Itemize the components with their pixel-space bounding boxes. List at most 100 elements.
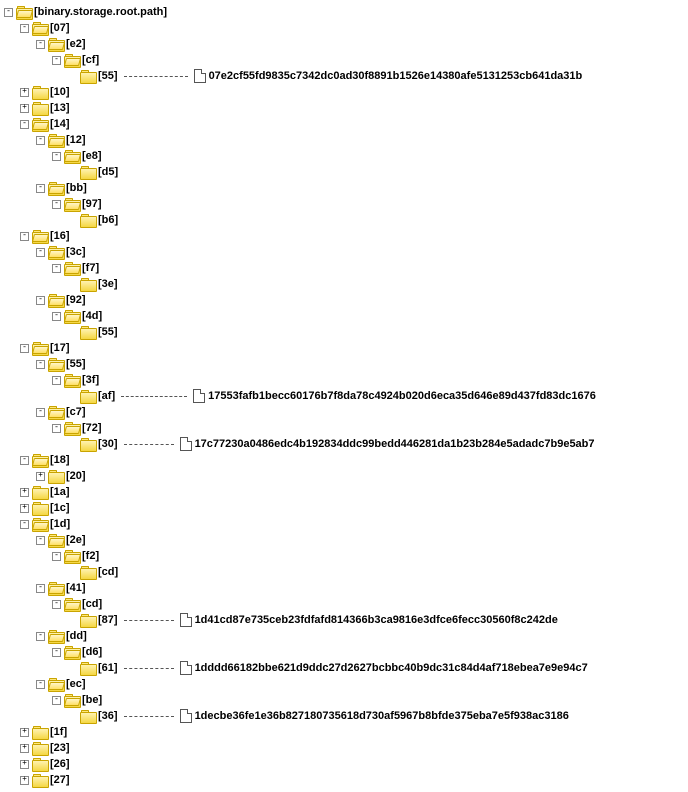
node-label[interactable]: [e2] — [66, 38, 86, 50]
node-label[interactable]: [dd] — [66, 630, 87, 642]
node-label[interactable]: [bb] — [66, 182, 87, 194]
tree-node[interactable]: [af]17553fafb1becc60176b7f8da78c4924b020… — [68, 388, 684, 404]
collapse-toggle[interactable]: - — [52, 56, 61, 65]
node-label[interactable]: [72] — [82, 422, 102, 434]
expand-toggle[interactable]: + — [20, 744, 29, 753]
collapse-toggle[interactable]: - — [20, 232, 29, 241]
tree-node[interactable]: + [20] — [36, 468, 684, 484]
expand-toggle[interactable]: + — [20, 760, 29, 769]
node-label[interactable]: [3c] — [66, 246, 86, 258]
expand-toggle[interactable]: + — [20, 504, 29, 513]
tree-node[interactable]: -[55] — [36, 356, 684, 372]
node-label[interactable]: [18] — [50, 454, 70, 466]
tree-root-node[interactable]: - [binary.storage.root.path] — [4, 4, 684, 20]
node-label[interactable]: [af] — [98, 390, 115, 402]
node-label[interactable]: [2e] — [66, 534, 86, 546]
tree-node[interactable]: - [ec] — [36, 676, 684, 692]
node-label[interactable]: [1f] — [50, 726, 67, 738]
tree-node[interactable]: [d5] — [68, 164, 684, 180]
node-label[interactable]: [20] — [66, 470, 86, 482]
node-label[interactable]: [4d] — [82, 310, 102, 322]
node-label[interactable]: [26] — [50, 758, 70, 770]
tree-node[interactable]: + [27] — [20, 772, 684, 788]
node-label[interactable]: [binary.storage.root.path] — [34, 6, 167, 18]
tree-node[interactable]: [87]1d41cd87e735ceb23fdfafd814366b3ca981… — [68, 612, 684, 628]
node-label[interactable]: [55] — [98, 70, 118, 82]
tree-node[interactable]: - [f7] — [52, 260, 684, 276]
expand-toggle[interactable]: + — [20, 488, 29, 497]
collapse-toggle[interactable]: - — [52, 264, 61, 273]
collapse-toggle[interactable]: - — [20, 120, 29, 129]
collapse-toggle[interactable]: - — [52, 152, 61, 161]
node-label[interactable]: [41] — [66, 582, 86, 594]
tree-node[interactable]: - [e8] — [52, 148, 684, 164]
node-label[interactable]: [1d] — [50, 518, 70, 530]
node-label[interactable]: [61] — [98, 662, 118, 674]
tree-node[interactable]: -[12] — [36, 132, 684, 148]
tree-node[interactable]: -[c7] — [36, 404, 684, 420]
collapse-toggle[interactable]: - — [36, 248, 45, 257]
tree-node[interactable]: -[3f] — [52, 372, 684, 388]
tree-node[interactable]: +[10] — [20, 84, 684, 100]
collapse-toggle[interactable]: - — [20, 456, 29, 465]
tree-node[interactable]: -[bb] — [36, 180, 684, 196]
node-label[interactable]: [be] — [82, 694, 102, 706]
node-label[interactable]: [36] — [98, 710, 118, 722]
collapse-toggle[interactable]: - — [4, 8, 13, 17]
node-label[interactable]: [14] — [50, 118, 70, 130]
tree-node[interactable]: +[13] — [20, 100, 684, 116]
tree-node[interactable]: +[1c] — [20, 500, 684, 516]
node-label[interactable]: [3e] — [98, 278, 118, 290]
collapse-toggle[interactable]: - — [36, 296, 45, 305]
tree-node[interactable]: [b6] — [68, 212, 684, 228]
expand-toggle[interactable]: + — [20, 776, 29, 785]
tree-node[interactable]: - [2e] — [36, 532, 684, 548]
collapse-toggle[interactable]: - — [36, 536, 45, 545]
collapse-toggle[interactable]: - — [52, 600, 61, 609]
node-label[interactable]: [cd] — [82, 598, 102, 610]
collapse-toggle[interactable]: - — [20, 24, 29, 33]
node-label[interactable]: [10] — [50, 86, 70, 98]
tree-node[interactable]: +[1a] — [20, 484, 684, 500]
tree-node[interactable]: - [be] — [52, 692, 684, 708]
collapse-toggle[interactable]: - — [36, 680, 45, 689]
node-label[interactable]: [92] — [66, 294, 86, 306]
collapse-toggle[interactable]: - — [52, 696, 61, 705]
node-label[interactable]: [3f] — [82, 374, 99, 386]
tree-node[interactable]: [cd] — [68, 564, 684, 580]
node-label[interactable]: [d5] — [98, 166, 118, 178]
expand-toggle[interactable]: + — [20, 104, 29, 113]
tree-node[interactable]: [55]07e2cf55fd9835c7342dc0ad30f8891b1526… — [68, 68, 684, 84]
tree-node[interactable]: [55] — [68, 324, 684, 340]
node-label[interactable]: [17] — [50, 342, 70, 354]
tree-node[interactable]: -[d6] — [52, 644, 684, 660]
node-label[interactable]: [f7] — [82, 262, 99, 274]
tree-node[interactable]: + [26] — [20, 756, 684, 772]
collapse-toggle[interactable]: - — [36, 632, 45, 641]
tree-node[interactable]: [3e] — [68, 276, 684, 292]
tree-node[interactable]: - [cd] — [52, 596, 684, 612]
node-label[interactable]: [cd] — [98, 566, 118, 578]
tree-node[interactable]: -[72] — [52, 420, 684, 436]
node-label[interactable]: [e8] — [82, 150, 102, 162]
collapse-toggle[interactable]: - — [36, 40, 45, 49]
tree-node[interactable]: -[4d] — [52, 308, 684, 324]
node-label[interactable]: [b6] — [98, 214, 118, 226]
tree-node[interactable]: - [e2] — [36, 36, 684, 52]
node-label[interactable]: [c7] — [66, 406, 86, 418]
collapse-toggle[interactable]: - — [36, 584, 45, 593]
tree-node[interactable]: -[1d] — [20, 516, 684, 532]
tree-node[interactable]: -[cf] — [52, 52, 684, 68]
tree-node[interactable]: +[1f] — [20, 724, 684, 740]
tree-node[interactable]: - [14] — [20, 116, 684, 132]
node-label[interactable]: [ec] — [66, 678, 86, 690]
expand-toggle[interactable]: + — [36, 472, 45, 481]
node-label[interactable]: [27] — [50, 774, 70, 786]
tree-node[interactable]: [30]17c77230a0486edc4b192834ddc99bedd446… — [68, 436, 684, 452]
node-label[interactable]: [23] — [50, 742, 70, 754]
node-label[interactable]: [07] — [50, 22, 70, 34]
node-label[interactable]: [55] — [98, 326, 118, 338]
tree-node[interactable]: [61]1dddd66182bbe621d9ddc27d2627bcbbc40b… — [68, 660, 684, 676]
collapse-toggle[interactable]: - — [20, 344, 29, 353]
node-label[interactable]: [55] — [66, 358, 86, 370]
